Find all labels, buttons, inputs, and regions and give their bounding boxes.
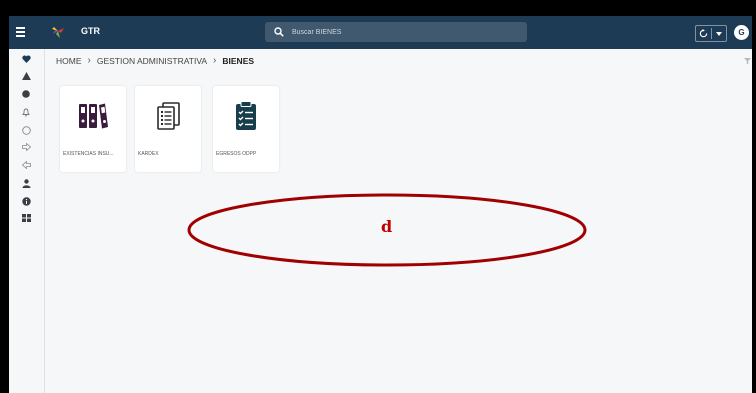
breadcrumb-gestion-administrativa[interactable]: GESTION ADMINISTRATIVA xyxy=(97,56,207,66)
tile-label: EXISTENCIAS INSU... xyxy=(63,151,114,157)
circle-outline-icon xyxy=(21,125,31,135)
search-box[interactable] xyxy=(265,22,527,42)
heart-icon xyxy=(21,55,31,63)
tile-kardex[interactable]: KARDEX xyxy=(135,86,201,172)
sidebar xyxy=(9,49,45,393)
sidebar-item-favorites[interactable] xyxy=(18,52,34,66)
search-input[interactable] xyxy=(292,22,517,42)
tile-egresos-odpp[interactable]: EGRESOS ODPP xyxy=(213,86,279,172)
grid-icon xyxy=(21,214,31,222)
tile-existencias-insumos[interactable]: EXISTENCIAS INSU... xyxy=(60,86,126,172)
sidebar-item-circle[interactable] xyxy=(18,123,34,137)
annotation-label: d xyxy=(381,217,393,236)
breadcrumb-separator: › xyxy=(87,55,91,66)
sidebar-item-forward[interactable] xyxy=(18,140,34,154)
chevron-down-icon xyxy=(716,31,722,36)
app-title: GTR xyxy=(81,26,100,36)
triangle-icon xyxy=(21,72,31,80)
sync-control xyxy=(695,25,727,42)
sync-icon xyxy=(699,29,708,38)
sidebar-item-status[interactable] xyxy=(18,87,34,101)
sidebar-item-info[interactable] xyxy=(18,194,34,208)
bell-icon xyxy=(22,108,30,117)
sync-dropdown-button[interactable] xyxy=(712,26,726,41)
sidebar-item-back[interactable] xyxy=(18,158,34,172)
arrow-left-icon xyxy=(21,161,31,169)
binders-icon xyxy=(79,103,108,129)
sidebar-item-notifications[interactable] xyxy=(18,105,34,119)
user-icon xyxy=(22,178,30,188)
document-list-icon xyxy=(157,102,180,130)
logo-icon xyxy=(52,27,64,38)
breadcrumb-current: BIENES xyxy=(222,56,255,66)
sidebar-item-alerts[interactable] xyxy=(18,69,34,83)
sync-button[interactable] xyxy=(696,26,711,41)
circle-filled-icon xyxy=(22,90,30,98)
tile-label: EGRESOS ODPP xyxy=(216,151,257,157)
filter-icon[interactable] xyxy=(744,58,751,64)
app-window: GTR G xyxy=(9,16,752,393)
tile-label: KARDEX xyxy=(138,151,159,157)
info-icon xyxy=(21,196,31,206)
avatar[interactable]: G xyxy=(734,25,749,40)
sidebar-item-users[interactable] xyxy=(18,176,34,190)
top-navbar: GTR G xyxy=(9,16,752,49)
clipboard-checklist-icon xyxy=(236,101,256,130)
breadcrumb: HOME › GESTION ADMINISTRATIVA › BIENES xyxy=(56,55,255,67)
breadcrumb-separator: › xyxy=(213,55,217,66)
search-icon xyxy=(274,27,284,37)
menu-icon[interactable] xyxy=(16,27,25,37)
breadcrumb-home[interactable]: HOME xyxy=(56,56,82,66)
arrow-right-icon xyxy=(21,143,31,151)
sidebar-item-apps[interactable] xyxy=(18,211,34,225)
